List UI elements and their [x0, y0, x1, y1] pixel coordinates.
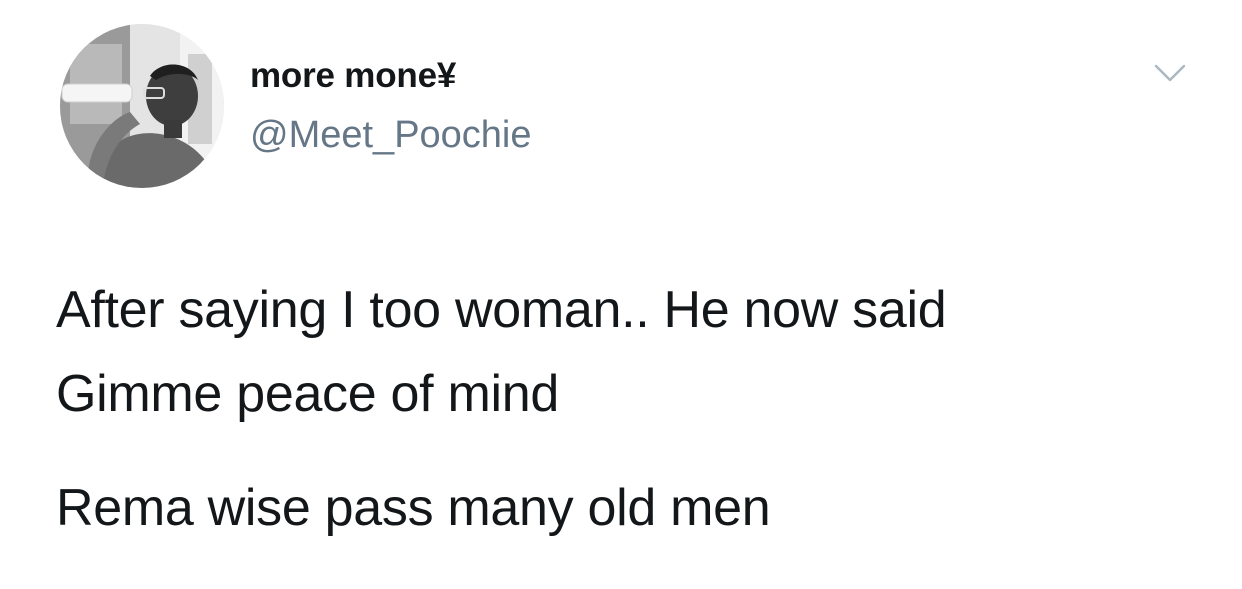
avatar-photo [60, 24, 224, 188]
tweet-card: more mone¥ @Meet_Poochie After saying I … [0, 0, 1242, 589]
tweet-text-line: Gimme peace of mind [56, 365, 559, 423]
tweet-text-line: After saying I too woman.. He now said [56, 281, 947, 339]
user-handle[interactable]: @Meet_Poochie [250, 114, 532, 157]
chevron-down-icon[interactable] [1150, 58, 1190, 92]
avatar[interactable] [60, 24, 224, 188]
tweet-text: After saying I too woman.. He now said G… [56, 268, 1206, 550]
display-name[interactable]: more mone¥ [250, 56, 456, 96]
tweet-text-line: Rema wise pass many old men [56, 479, 771, 537]
